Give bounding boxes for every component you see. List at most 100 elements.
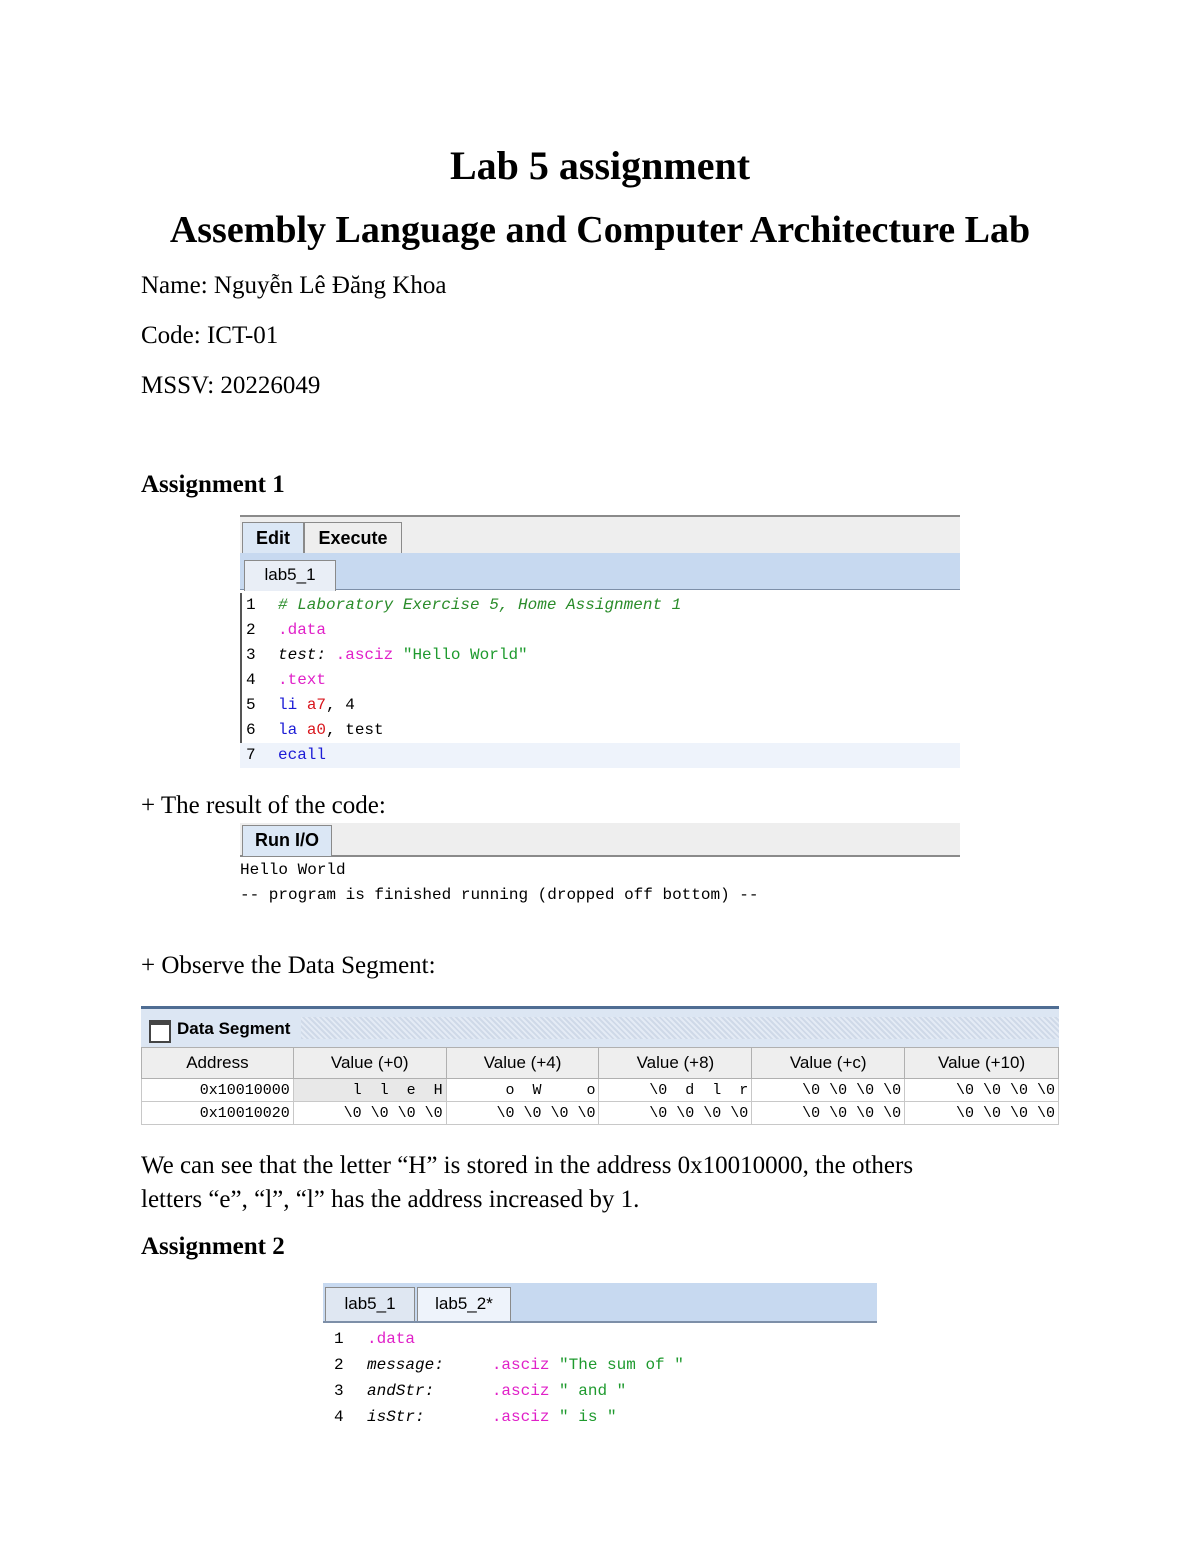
titlebar-texture xyxy=(301,1017,1059,1039)
code-text: test: .asciz "Hello World" xyxy=(278,643,528,668)
code-token: .data xyxy=(278,621,327,639)
code-token: "Hello World" xyxy=(393,646,528,664)
table-header-row: Address Value (+0) Value (+4) Value (+8)… xyxy=(141,1047,1059,1079)
editor-screenshot-1: Edit Execute lab5_1 1 # Laboratory Exerci… xyxy=(240,515,960,770)
file-tab-bar-2: lab5_1 lab5_2* xyxy=(323,1283,877,1323)
file-tab-lab5-1[interactable]: lab5_1 xyxy=(244,560,336,591)
value-cell[interactable]: \0 \0 \0 \0 xyxy=(904,1078,1059,1102)
code-line[interactable]: 2 message: .asciz "The sum of " xyxy=(323,1352,877,1378)
code-text: la a0, test xyxy=(278,718,384,743)
code-token: ecall xyxy=(278,746,327,764)
line-number: 1 xyxy=(334,1330,344,1348)
data-segment-title: Data Segment xyxy=(177,1019,291,1038)
line-number: 5 xyxy=(246,696,256,714)
line-number: 2 xyxy=(246,621,256,639)
code-line[interactable]: 7 ecall xyxy=(240,743,960,768)
code-line[interactable]: 6 la a0, test xyxy=(240,718,960,743)
code-token: , test xyxy=(326,721,384,739)
explanation-line-2: letters “e”, “l”, “l” has the address in… xyxy=(141,1186,640,1213)
code-line[interactable]: 4 .text xyxy=(240,668,960,693)
code-token: .asciz xyxy=(491,1408,550,1426)
file-tab-bar: lab5_1 xyxy=(240,553,960,591)
code-line[interactable]: 3 andStr: .asciz " and " xyxy=(323,1378,877,1404)
column-header[interactable]: Address xyxy=(141,1047,294,1079)
tab-edit[interactable]: Edit xyxy=(242,522,304,553)
code-line[interactable]: 5 li a7, 4 xyxy=(240,693,960,718)
page-title: Lab 5 assignment xyxy=(449,143,751,188)
code-area[interactable]: 1 # Laboratory Exercise 5, Home Assignmen… xyxy=(240,593,960,768)
code-text: .text xyxy=(278,668,326,693)
code-area-2[interactable]: 1 .data 2 message: .asciz "The sum of " 3 and… xyxy=(323,1326,877,1430)
data-segment-titlebar: Data Segment xyxy=(141,1006,1059,1047)
line-number: 4 xyxy=(334,1408,344,1426)
student-name: Name: Nguyễn Lê Đăng Khoa xyxy=(141,272,447,299)
run-io-tab-bar: Run I/O xyxy=(240,823,960,857)
file-tab-lab5-1[interactable]: lab5_1 xyxy=(325,1287,415,1321)
value-cell[interactable]: \0 \0 \0 \0 xyxy=(751,1101,906,1125)
tab-execute[interactable]: Execute xyxy=(304,522,402,553)
code-token: , 4 xyxy=(326,696,355,714)
code-line[interactable]: 3 test: .asciz "Hello World" xyxy=(240,643,960,668)
assignment1-heading: Assignment 1 xyxy=(141,471,285,498)
value-cell[interactable]: \0 \0 \0 \0 xyxy=(445,1101,600,1125)
observe-caption: + Observe the Data Segment: xyxy=(141,952,436,979)
code-text: message: .asciz "The sum of " xyxy=(367,1352,684,1378)
code-token: test: xyxy=(278,646,327,664)
code-token: la xyxy=(278,721,298,739)
editor-screenshot-2: lab5_1 lab5_2* 1 .data 2 message: .asciz "T… xyxy=(323,1283,877,1433)
code-text: li a7, 4 xyxy=(278,693,355,718)
column-header[interactable]: Value (+8) xyxy=(598,1047,753,1079)
student-mssv: MSSV: 20226049 xyxy=(141,372,321,399)
file-tab-lab5-2[interactable]: lab5_2* xyxy=(417,1287,511,1321)
code-token: li xyxy=(278,696,298,714)
value-cell[interactable]: \0 \0 \0 \0 xyxy=(904,1101,1059,1125)
value-cell[interactable]: \0 \0 \0 \0 xyxy=(292,1101,447,1125)
column-header[interactable]: Value (+10) xyxy=(904,1047,1059,1079)
code-text: ecall xyxy=(278,743,326,768)
data-segment-window: Data Segment Address Value (+0) Value (+… xyxy=(141,1006,1059,1128)
code-token: " is " xyxy=(549,1408,617,1426)
run-io-output-line1: Hello World xyxy=(240,861,346,879)
column-header[interactable]: Value (+c) xyxy=(751,1047,906,1079)
value-cell[interactable]: \0 \0 \0 \0 xyxy=(598,1101,753,1125)
code-line[interactable]: 1 # Laboratory Exercise 5, Home Assignmen… xyxy=(240,593,960,618)
value-cell[interactable]: l l e H xyxy=(292,1078,447,1102)
code-line[interactable]: 2 .data xyxy=(240,618,960,643)
code-token: "The sum of " xyxy=(549,1356,684,1374)
run-io-panel: Run I/O Hello World -- program is finish… xyxy=(240,823,960,913)
code-token: .data xyxy=(367,1330,416,1348)
line-number: 4 xyxy=(246,671,256,689)
table-row[interactable]: 0x10010020 \0 \0 \0 \0 \0 \0 \0 \0 \0 \0… xyxy=(141,1101,1059,1125)
value-cell[interactable]: o W o xyxy=(445,1078,600,1102)
code-line[interactable]: 1 .data xyxy=(323,1326,877,1352)
code-token: .asciz xyxy=(491,1382,550,1400)
table-row[interactable]: 0x10010000 l l e H o W o \0 d l r \0 \0 … xyxy=(141,1078,1059,1102)
code-line[interactable]: 4 isStr: .asciz " is " xyxy=(323,1404,877,1430)
code-token: " and " xyxy=(549,1382,627,1400)
data-segment-table: Address Value (+0) Value (+4) Value (+8)… xyxy=(141,1047,1059,1125)
code-text: # Laboratory Exercise 5, Home Assignment… xyxy=(278,593,681,618)
code-token: .asciz xyxy=(491,1356,550,1374)
line-number: 7 xyxy=(246,746,256,764)
value-cell[interactable]: \0 d l r xyxy=(598,1078,753,1102)
tab-run-io[interactable]: Run I/O xyxy=(242,825,332,856)
code-text: isStr: .asciz " is " xyxy=(367,1404,617,1430)
code-token: a7 xyxy=(306,696,327,714)
address-cell[interactable]: 0x10010000 xyxy=(141,1078,294,1102)
code-token: a0 xyxy=(306,721,327,739)
value-cell[interactable]: \0 \0 \0 \0 xyxy=(751,1078,906,1102)
run-io-output-line2: -- program is finished running (dropped … xyxy=(240,886,759,904)
column-header[interactable]: Value (+0) xyxy=(292,1047,447,1079)
address-cell[interactable]: 0x10010020 xyxy=(141,1101,294,1125)
code-token: .asciz xyxy=(335,646,394,664)
page-subtitle: Assembly Language and Computer Architect… xyxy=(169,209,1031,251)
assignment2-heading: Assignment 2 xyxy=(141,1233,285,1260)
code-text: .data xyxy=(278,618,326,643)
code-token: isStr: xyxy=(367,1408,425,1426)
column-header[interactable]: Value (+4) xyxy=(445,1047,600,1079)
